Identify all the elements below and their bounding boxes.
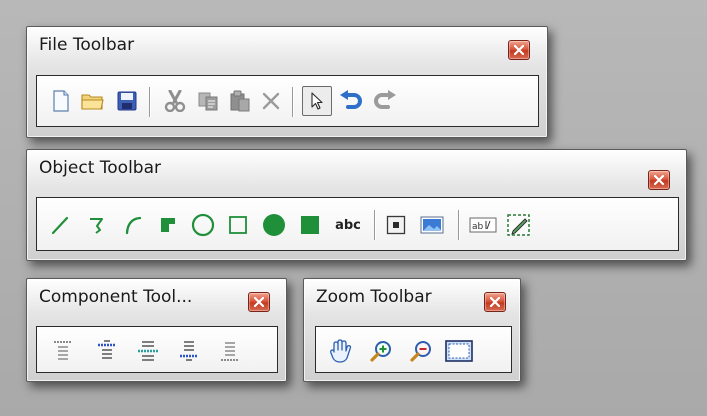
object-separator-1: [374, 210, 375, 240]
close-icon: [654, 175, 664, 185]
filled-ellipse-tool-button[interactable]: [260, 211, 288, 239]
align-center-bottom-button[interactable]: [175, 337, 203, 365]
copy-icon: [198, 92, 218, 111]
file-toolbar-title: File Toolbar: [39, 35, 135, 55]
zoom-toolbar-title: Zoom Toolbar: [316, 287, 432, 307]
polyline-tool-button[interactable]: [84, 212, 110, 238]
delete-button[interactable]: [258, 88, 284, 114]
align-center-bottom-icon: [180, 341, 198, 361]
floppy-disk-icon: [117, 91, 137, 111]
frame-tool-button[interactable]: [383, 212, 409, 238]
filled-corner-shape-icon: [161, 218, 175, 232]
object-toolbar-title: Object Toolbar: [39, 158, 161, 178]
align-top-button[interactable]: [49, 337, 77, 365]
open-folder-icon: [81, 94, 104, 110]
line-icon: [51, 216, 69, 235]
align-bottom-button[interactable]: [216, 337, 244, 365]
undo-arrow-icon: [340, 90, 362, 109]
new-file-button[interactable]: [48, 88, 74, 114]
rectangle-tool-button[interactable]: [225, 212, 251, 238]
edit-box-tool-button[interactable]: [504, 210, 534, 240]
close-icon: [490, 297, 500, 307]
copy-button[interactable]: [194, 88, 222, 114]
object-toolbar-close-button[interactable]: [648, 170, 670, 190]
redo-arrow-icon: [374, 90, 396, 109]
frame-icon: [386, 215, 406, 235]
zoom-toolbar-window[interactable]: Zoom Toolbar: [303, 278, 521, 382]
file-separator-2: [292, 87, 293, 117]
filled-corner-tool-button[interactable]: [155, 212, 181, 238]
component-toolbar-window[interactable]: Component Tool...: [26, 278, 287, 382]
file-toolbar-close-button[interactable]: [508, 40, 530, 60]
undo-button[interactable]: [337, 88, 365, 114]
line-tool-button[interactable]: [47, 212, 73, 238]
pan-hand-icon: [330, 339, 352, 363]
ellipse-outline-icon: [191, 213, 215, 237]
file-toolbar-window[interactable]: File Toolbar: [26, 26, 548, 138]
new-file-icon: [53, 90, 69, 112]
align-bottom-icon: [221, 342, 239, 361]
align-top-icon: [54, 341, 72, 360]
delete-x-icon: [262, 92, 280, 110]
cut-button[interactable]: [161, 88, 189, 114]
text-field-icon: ab: [469, 217, 497, 233]
zoom-fit-window-icon: [445, 340, 473, 362]
pointer-arrow-icon: [311, 92, 323, 110]
file-separator-1: [149, 87, 150, 117]
edit-box-icon: [507, 214, 530, 236]
object-toolbar-strip: abc ab: [36, 197, 679, 251]
image-tool-button[interactable]: [417, 212, 447, 238]
paste-icon: [230, 90, 250, 112]
align-center-top-button[interactable]: [93, 337, 121, 365]
zoom-in-magnifier-icon: [370, 341, 391, 362]
align-center-top-icon: [98, 340, 116, 359]
zoom-toolbar-close-button[interactable]: [484, 292, 506, 312]
zoom-out-button[interactable]: [406, 336, 436, 366]
image-picture-icon: [420, 216, 444, 234]
open-folder-button[interactable]: [78, 88, 108, 114]
scissors-icon: [164, 90, 186, 112]
filled-ellipse-icon: [263, 214, 285, 236]
select-pointer-button[interactable]: [302, 86, 332, 116]
arc-tool-button[interactable]: [120, 212, 146, 238]
object-separator-2: [458, 210, 459, 240]
ellipse-tool-button[interactable]: [189, 211, 217, 239]
zoom-out-magnifier-icon: [410, 341, 431, 362]
rectangle-outline-icon: [229, 216, 247, 234]
zoom-in-button[interactable]: [366, 336, 396, 366]
paste-button[interactable]: [226, 88, 254, 114]
pan-hand-button[interactable]: [326, 336, 356, 366]
component-toolbar-close-button[interactable]: [248, 292, 270, 312]
text-field-tool-button[interactable]: ab: [467, 212, 499, 238]
polyline-icon: [90, 218, 103, 234]
align-middle-button[interactable]: [134, 337, 162, 365]
redo-button[interactable]: [371, 88, 399, 114]
zoom-toolbar-strip: [315, 326, 512, 373]
arc-icon: [125, 216, 142, 235]
text-tool-label: abc: [335, 217, 361, 233]
filled-rectangle-tool-button[interactable]: [297, 212, 323, 238]
text-tool-button[interactable]: abc: [330, 212, 366, 238]
zoom-fit-button[interactable]: [443, 336, 475, 366]
component-toolbar-title: Component Tool...: [39, 287, 193, 307]
component-toolbar-strip: [36, 326, 278, 373]
file-toolbar-strip: [36, 75, 539, 127]
object-toolbar-window[interactable]: Object Toolbar abc ab: [26, 149, 687, 261]
align-middle-icon: [138, 341, 158, 361]
save-button[interactable]: [113, 88, 141, 114]
svg-text:ab: ab: [472, 222, 484, 232]
close-icon: [254, 297, 264, 307]
filled-rectangle-icon: [301, 216, 319, 234]
close-icon: [514, 45, 524, 55]
